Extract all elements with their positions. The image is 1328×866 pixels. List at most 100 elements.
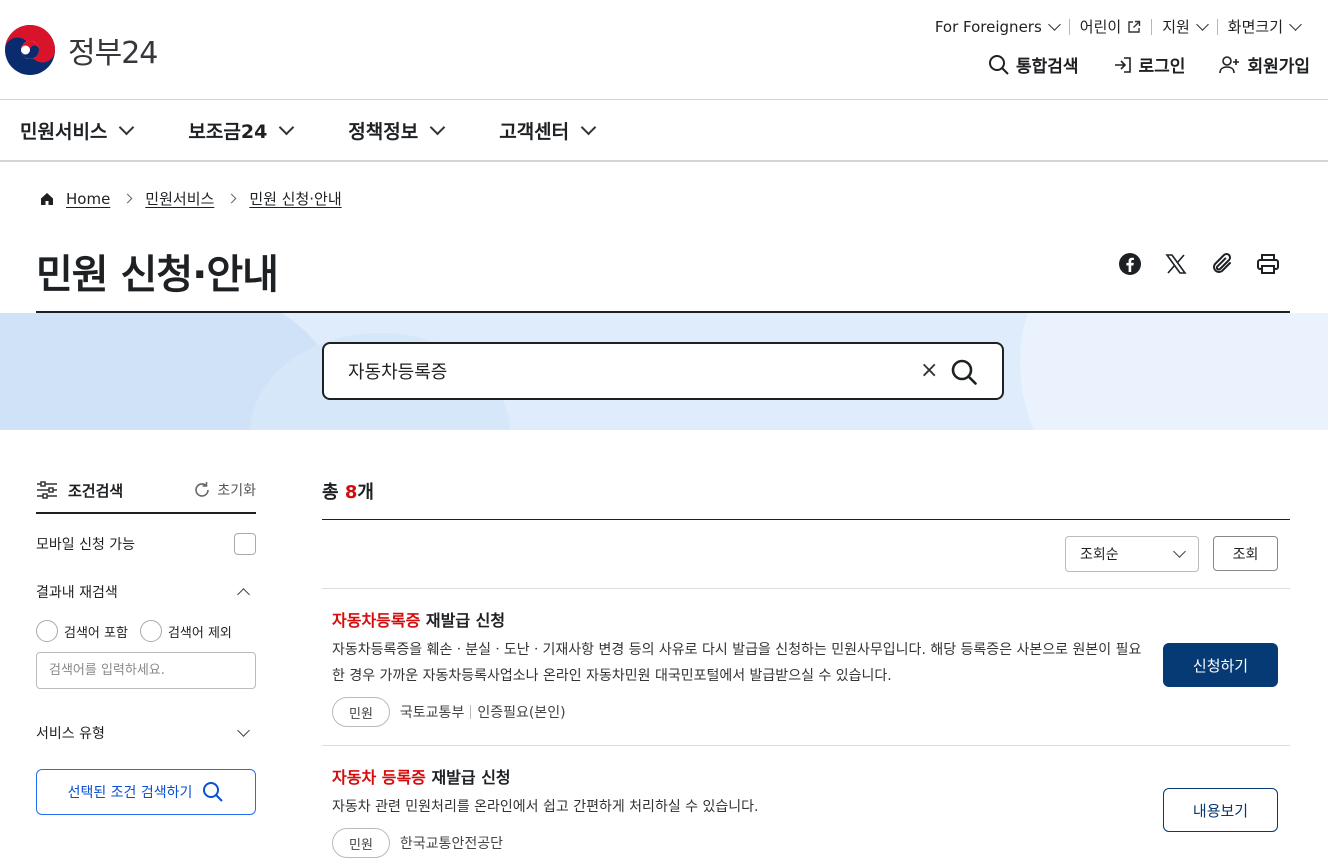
result-count: 총 8개: [322, 470, 1290, 520]
nav-item-customer-center[interactable]: 고객센터: [499, 117, 597, 144]
site-header: 정부24 For Foreigners 어린이 지원 화면크기 통합검색 로그인…: [0, 0, 1328, 100]
radio-label: 검색어 제외: [167, 625, 232, 641]
result-title-rest: 재발급 신청: [425, 768, 511, 787]
count-number: 8: [344, 482, 358, 503]
util-label: 어린이: [1079, 18, 1122, 36]
breadcrumb-current[interactable]: 민원 신청·안내: [249, 188, 341, 209]
divider: [470, 705, 472, 719]
util-label: 지원: [1162, 18, 1190, 36]
nav-label: 민원서비스: [20, 120, 108, 143]
result-title-highlight: 자동차 등록증: [332, 768, 426, 787]
login-button[interactable]: 로그인: [1113, 52, 1186, 77]
util-foreigners[interactable]: For Foreigners: [925, 18, 1069, 36]
chevron-right-icon: [226, 193, 237, 204]
x-icon[interactable]: [1164, 252, 1188, 276]
radio-include[interactable]: 검색어 포함: [36, 620, 128, 642]
decorative-shape: [1020, 313, 1328, 430]
search-icon[interactable]: [950, 358, 978, 386]
chevron-down-icon: [119, 119, 135, 135]
result-item: 자동차등록증 재발급 신청 자동차등록증을 훼손ㆍ분실ㆍ도난ㆍ기재사항 변경 등…: [322, 589, 1290, 746]
share-tools: [1118, 252, 1280, 276]
result-tag: 민원: [332, 697, 390, 727]
result-title[interactable]: 자동차 등록증 재발급 신청: [332, 764, 1278, 788]
result-tag: 민원: [332, 828, 390, 858]
chevron-down-icon: [1047, 17, 1061, 31]
user-plus-icon: [1219, 55, 1240, 73]
filter-title-label: 조건검색: [68, 481, 124, 500]
util-label: 화면크기: [1227, 18, 1283, 36]
result-title[interactable]: 자동차등록증 재발급 신청: [332, 607, 1278, 631]
filter-search-label: 선택된 조건 검색하기: [67, 785, 193, 801]
util-support[interactable]: 지원: [1152, 16, 1217, 37]
service-type-toggle[interactable]: 서비스 유형: [36, 713, 256, 753]
signup-button[interactable]: 회원가입: [1219, 52, 1310, 77]
refine-search-toggle[interactable]: 결과내 재검색: [36, 572, 256, 612]
chevron-right-icon: [122, 193, 133, 204]
nav-item-subsidy[interactable]: 보조금24: [188, 117, 295, 144]
util-label: For Foreigners: [934, 17, 1042, 36]
nav-item-civil-service[interactable]: 민원서비스: [20, 117, 135, 144]
page-title: 민원 신청·안내: [36, 252, 279, 298]
radio-circle: [36, 620, 58, 642]
refine-label: 결과내 재검색: [36, 585, 118, 601]
result-meta: 민원 국토교통부 인증필요(본인): [332, 697, 1278, 727]
result-auth: 인증필요(본인): [477, 705, 566, 721]
mobile-checkbox[interactable]: [234, 533, 256, 555]
main-nav: 민원서비스 보조금24 정책정보 고객센터: [0, 100, 1328, 162]
filter-header: 조건검색 초기화: [36, 470, 256, 514]
sort-apply-button[interactable]: 조회: [1213, 536, 1278, 571]
chevron-down-icon: [237, 724, 250, 737]
filter-title: 조건검색: [36, 480, 123, 501]
site-logo[interactable]: 정부24: [4, 24, 158, 76]
chevron-down-icon: [429, 119, 446, 135]
mobile-filter-row: 모바일 신청 가능: [36, 520, 256, 568]
result-description: 자동차등록증을 훼손ㆍ분실ㆍ도난ㆍ기재사항 변경 등의 사유로 다시 발급을 신…: [332, 642, 1142, 684]
refine-search-input[interactable]: [36, 652, 256, 689]
sort-select[interactable]: 조회순: [1065, 536, 1199, 572]
chevron-down-icon: [279, 119, 295, 135]
chevron-down-icon: [1173, 545, 1186, 558]
reset-button[interactable]: 초기화: [193, 480, 256, 500]
count-suffix: 개: [357, 482, 374, 503]
header-actions: 통합검색 로그인 회원가입: [988, 52, 1310, 77]
nav-item-policy[interactable]: 정책정보: [348, 117, 446, 144]
search-input[interactable]: [348, 358, 908, 384]
service-type-label: 서비스 유형: [36, 726, 105, 742]
login-icon: [1114, 56, 1131, 73]
search-icon: [988, 54, 1009, 75]
action-label: 통합검색: [1015, 57, 1079, 77]
results-panel: 총 8개 조회순 조회 자동차등록증 재발급 신청 자동차등록증을 훼손ㆍ분실ㆍ…: [322, 470, 1290, 866]
search-box: ×: [322, 342, 1004, 400]
paperclip-icon[interactable]: [1210, 252, 1234, 276]
breadcrumb-civil-service[interactable]: 민원서비스: [145, 188, 214, 209]
view-details-button[interactable]: 내용보기: [1163, 788, 1278, 832]
print-icon[interactable]: [1256, 252, 1280, 276]
chevron-down-icon: [1289, 17, 1302, 31]
clear-icon[interactable]: ×: [920, 358, 938, 383]
utility-menu: For Foreigners 어린이 지원 화면크기: [925, 16, 1310, 37]
sliders-icon: [37, 481, 57, 499]
breadcrumb-home[interactable]: Home: [66, 190, 110, 208]
result-description: 자동차 관련 민원처리를 온라인에서 쉽고 간편하게 처리하실 수 있습니다.: [332, 799, 759, 815]
radio-exclude[interactable]: 검색어 제외: [139, 620, 232, 642]
external-link-icon: [1128, 20, 1141, 33]
result-org: 한국교통안전공단: [399, 836, 503, 852]
util-kids[interactable]: 어린이: [1070, 16, 1151, 37]
result-title-rest: 재발급 신청: [420, 611, 506, 630]
chevron-down-icon: [1195, 17, 1209, 31]
facebook-icon[interactable]: [1118, 252, 1142, 276]
result-item: 자동차 등록증 재발급 신청 자동차 관련 민원처리를 온라인에서 쉽고 간편하…: [322, 746, 1290, 866]
apply-button[interactable]: 신청하기: [1163, 643, 1278, 687]
refresh-icon: [195, 482, 210, 497]
action-label: 로그인: [1138, 57, 1186, 77]
util-font-size[interactable]: 화면크기: [1218, 16, 1310, 37]
breadcrumb: Home 민원서비스 민원 신청·안내: [40, 188, 342, 209]
chevron-up-icon: [237, 587, 250, 601]
home-icon: [41, 192, 53, 205]
count-prefix: 총: [322, 482, 345, 503]
integrated-search-button[interactable]: 통합검색: [988, 52, 1079, 77]
radio-label: 검색어 포함: [64, 625, 128, 641]
taegeuk-logo-icon: [5, 25, 55, 75]
sort-selected: 조회순: [1080, 547, 1119, 563]
filter-search-button[interactable]: 선택된 조건 검색하기: [36, 769, 256, 815]
